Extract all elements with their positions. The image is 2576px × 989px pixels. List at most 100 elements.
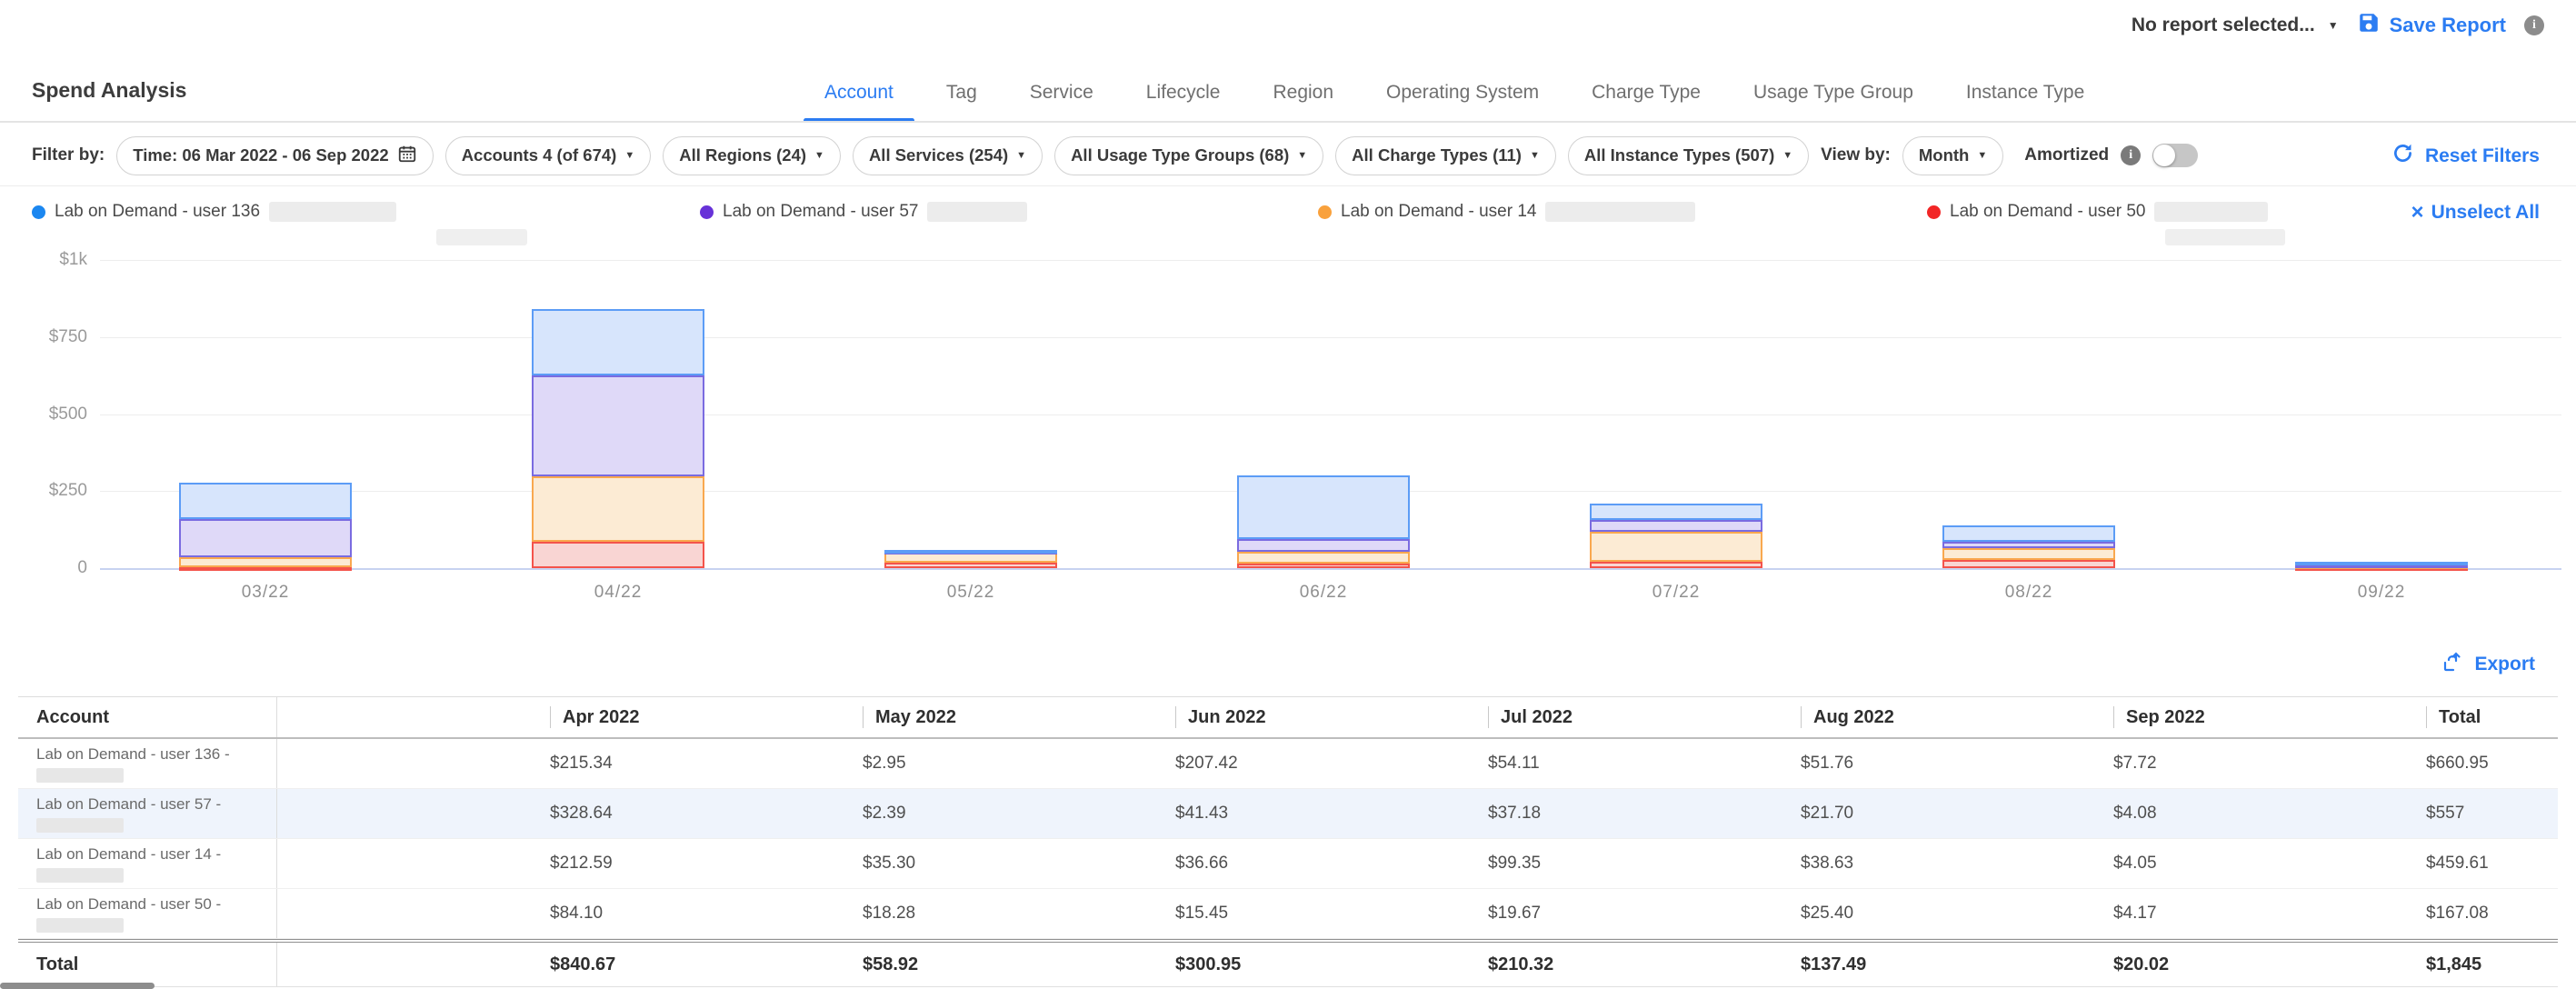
bar-segment-lab-on-demand-user-136-03-22[interactable] — [179, 483, 352, 519]
toggle-knob — [2153, 145, 2175, 166]
y-axis-tick: $750 — [7, 327, 87, 347]
info-icon[interactable]: i — [2121, 145, 2141, 165]
view-by-value: Month — [1919, 145, 1969, 165]
total-cell-sep-2022: $20.02 — [2095, 943, 2408, 986]
header-spacer — [277, 697, 532, 737]
redacted-text — [269, 202, 396, 222]
tab-region[interactable]: Region — [1246, 64, 1360, 121]
redacted-text — [2154, 202, 2268, 222]
x-axis-line — [100, 568, 2561, 570]
cell-apr-2022: $215.34 — [532, 739, 844, 788]
cell-may-2022: $35.30 — [844, 839, 1157, 888]
report-selector-dropdown[interactable]: No report selected... ▼ — [2132, 15, 2339, 36]
total-spacer — [277, 943, 532, 986]
cell-sep-2022: $4.17 — [2095, 889, 2408, 938]
reset-filters-button[interactable]: Reset Filters — [2391, 142, 2540, 170]
view-by-label: View by: — [1821, 145, 1891, 165]
info-icon[interactable]: i — [2524, 15, 2544, 35]
filter-label: All Usage Type Groups (68) — [1071, 145, 1289, 165]
cell-may-2022: $2.95 — [844, 739, 1157, 788]
bar-segment-lab-on-demand-user-136-07-22[interactable] — [1590, 504, 1762, 520]
column-header-may-2022: May 2022 — [844, 697, 1157, 737]
x-axis-tick: 08/22 — [2005, 583, 2053, 603]
bar-segment-lab-on-demand-user-50-04-22[interactable] — [532, 542, 704, 568]
unselect-all-button[interactable]: × Unselect All — [2411, 202, 2540, 224]
horizontal-scrollbar-thumb[interactable] — [0, 983, 155, 989]
cell-total: $167.08 — [2408, 889, 2558, 938]
time-range-label: Time: 06 Mar 2022 - 06 Sep 2022 — [133, 145, 388, 165]
tab-service[interactable]: Service — [1003, 64, 1120, 121]
time-range-filter[interactable]: Time: 06 Mar 2022 - 06 Sep 2022 — [116, 136, 433, 175]
tab-charge-type[interactable]: Charge Type — [1565, 64, 1727, 121]
bar-segment-lab-on-demand-user-57-08-22[interactable] — [1942, 542, 2115, 548]
bar-segment-lab-on-demand-user-136-04-22[interactable] — [532, 309, 704, 375]
save-report-button[interactable]: Save Report — [2357, 11, 2506, 39]
tab-operating-system[interactable]: Operating System — [1360, 64, 1565, 121]
account-cell: Lab on Demand - user 50 - — [18, 889, 277, 938]
legend-item-lab-on-demand-user-50[interactable]: Lab on Demand - user 50 — [1927, 202, 2268, 222]
tab-instance-type[interactable]: Instance Type — [1940, 64, 2111, 121]
tabs-divider — [0, 121, 2576, 123]
filter-all-charge-types-11[interactable]: All Charge Types (11)▼ — [1335, 136, 1556, 175]
redacted-text — [1545, 202, 1695, 222]
table-row-lab-on-demand-user-136: Lab on Demand - user 136 -$215.34$2.95$2… — [18, 739, 2558, 789]
tab-lifecycle[interactable]: Lifecycle — [1120, 64, 1247, 121]
bar-segment-lab-on-demand-user-14-07-22[interactable] — [1590, 532, 1762, 563]
tab-usage-type-group[interactable]: Usage Type Group — [1727, 64, 1940, 121]
legend-item-lab-on-demand-user-136[interactable]: Lab on Demand - user 136 — [32, 202, 396, 222]
export-button[interactable]: Export — [2441, 651, 2535, 678]
filter-label: All Instance Types (507) — [1584, 145, 1774, 165]
view-by-dropdown[interactable]: Month ▼ — [1902, 136, 2003, 175]
bar-segment-lab-on-demand-user-136-09-22[interactable] — [2295, 562, 2468, 565]
account-name: Lab on Demand - user 136 - — [36, 744, 276, 764]
total-cell-may-2022: $58.92 — [844, 943, 1157, 986]
bar-segment-lab-on-demand-user-136-05-22[interactable] — [884, 550, 1057, 554]
bar-segment-lab-on-demand-user-14-03-22[interactable] — [179, 557, 352, 567]
bar-segment-lab-on-demand-user-50-05-22[interactable] — [884, 563, 1057, 568]
cell-aug-2022: $51.76 — [1782, 739, 2095, 788]
tabs: AccountTagServiceLifecycleRegionOperatin… — [798, 64, 2111, 121]
account-cell: Lab on Demand - user 14 - — [18, 839, 277, 888]
redacted-text — [36, 768, 124, 783]
cell-total: $660.95 — [2408, 739, 2558, 788]
column-header-label: Jun 2022 — [1175, 706, 1266, 728]
cell-sep-2022: $4.05 — [2095, 839, 2408, 888]
column-header-label: May 2022 — [863, 706, 956, 728]
filter-all-instance-types-507[interactable]: All Instance Types (507) ▼ — [1568, 136, 1809, 175]
bar-segment-lab-on-demand-user-14-06-22[interactable] — [1237, 552, 1410, 563]
bar-segment-lab-on-demand-user-57-04-22[interactable] — [532, 375, 704, 476]
bar-segment-lab-on-demand-user-14-04-22[interactable] — [532, 476, 704, 542]
cell-total: $557 — [2408, 789, 2558, 838]
cell-jun-2022: $41.43 — [1157, 789, 1470, 838]
bar-segment-lab-on-demand-user-50-03-22[interactable] — [179, 567, 352, 571]
bar-segment-lab-on-demand-user-50-08-22[interactable] — [1942, 560, 2115, 568]
table-row-lab-on-demand-user-57: Lab on Demand - user 57 -$328.64$2.39$41… — [18, 789, 2558, 839]
bar-segment-lab-on-demand-user-57-06-22[interactable] — [1237, 539, 1410, 552]
legend-item-lab-on-demand-user-57[interactable]: Lab on Demand - user 57 — [700, 202, 1027, 222]
filter-all-usage-type-groups-68[interactable]: All Usage Type Groups (68)▼ — [1054, 136, 1323, 175]
chevron-down-icon: ▼ — [624, 150, 634, 161]
bar-segment-lab-on-demand-user-50-06-22[interactable] — [1237, 564, 1410, 568]
chevron-down-icon: ▼ — [1782, 150, 1792, 161]
tab-account[interactable]: Account — [798, 64, 920, 121]
bar-segment-lab-on-demand-user-57-07-22[interactable] — [1590, 520, 1762, 532]
row-spacer — [277, 789, 532, 838]
bar-segment-lab-on-demand-user-136-06-22[interactable] — [1237, 475, 1410, 539]
legend-label: Lab on Demand - user 50 — [1950, 202, 2145, 222]
bar-segment-lab-on-demand-user-50-07-22[interactable] — [1590, 562, 1762, 568]
tab-tag[interactable]: Tag — [920, 64, 1003, 121]
legend-item-lab-on-demand-user-14[interactable]: Lab on Demand - user 14 — [1318, 202, 1695, 222]
bar-segment-lab-on-demand-user-14-08-22[interactable] — [1942, 548, 2115, 560]
x-axis-tick: 06/22 — [1300, 583, 1348, 603]
redacted-text — [36, 918, 124, 933]
total-cell-aug-2022: $137.49 — [1782, 943, 2095, 986]
amortized-toggle[interactable] — [2152, 144, 2198, 167]
filter-all-services-254[interactable]: All Services (254)▼ — [853, 136, 1043, 175]
filter-label: All Charge Types (11) — [1352, 145, 1522, 165]
filter-accounts-4-of-674[interactable]: Accounts 4 (of 674)▼ — [445, 136, 652, 175]
filter-label: All Services (254) — [869, 145, 1008, 165]
cell-apr-2022: $212.59 — [532, 839, 844, 888]
filter-all-regions-24[interactable]: All Regions (24)▼ — [663, 136, 841, 175]
bar-segment-lab-on-demand-user-136-08-22[interactable] — [1942, 525, 2115, 542]
bar-segment-lab-on-demand-user-57-03-22[interactable] — [179, 519, 352, 557]
